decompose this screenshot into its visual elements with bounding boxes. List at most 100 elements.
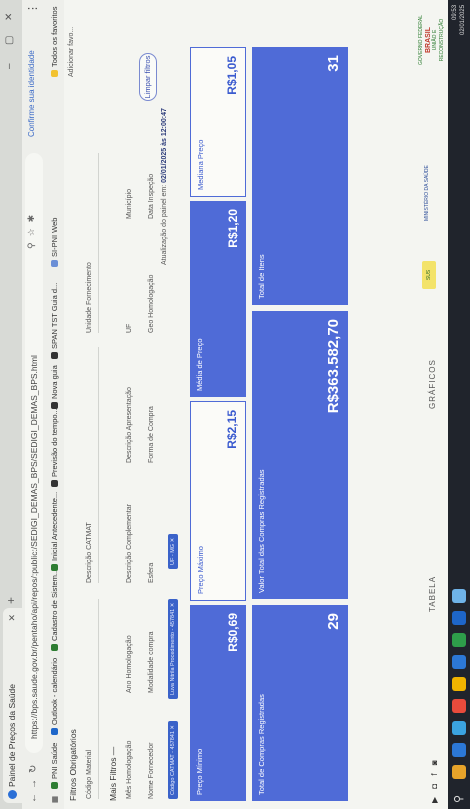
filter-chip[interactable]: Luva Nitrila Procedimento - 457841 ✕ bbox=[168, 598, 178, 699]
more-filters-toggle[interactable]: Mais Filtros — bbox=[108, 747, 118, 801]
filter-nome-fornecedor[interactable]: Nome Fornecedor bbox=[148, 743, 155, 799]
bookmark-icon bbox=[51, 782, 58, 789]
forward-icon[interactable]: → bbox=[28, 779, 39, 789]
tab-favicon-icon bbox=[8, 790, 17, 799]
card-title: Total de Itens bbox=[257, 254, 266, 299]
close-window-button[interactable]: ✕ bbox=[4, 13, 15, 21]
filter-modalidade-compra[interactable]: Modalidade compra bbox=[148, 632, 155, 693]
taskbar-app-icon[interactable] bbox=[452, 589, 466, 603]
profile-identity-button[interactable]: Confirme sua identidade bbox=[27, 50, 36, 137]
bookmark-icon bbox=[51, 402, 58, 409]
bookmark-icon bbox=[51, 260, 58, 267]
filter-chip[interactable]: Código CATMAT - 457841 ✕ bbox=[168, 720, 178, 799]
filter-ano-homologacao[interactable]: Ano Homologação bbox=[126, 635, 133, 693]
bookmarks-bar: ▦ PNI Saúde Outlook - calendário Cadastr… bbox=[46, 0, 65, 809]
taskbar-clock[interactable]: 09:53 02/01/2025 bbox=[451, 5, 467, 35]
card-value: R$1,05 bbox=[225, 56, 239, 95]
sus-logo: SUS bbox=[422, 261, 436, 289]
taskbar-app-icon[interactable] bbox=[452, 633, 466, 647]
card-total-value: Valor Total das Compras Registradas R$36… bbox=[252, 311, 348, 599]
bookmark-icon bbox=[51, 728, 58, 735]
government-logo: GOVERNO FEDERAL BRASIL UNIÃO E RECONSTRU… bbox=[418, 14, 445, 65]
card-median-price: Mediana Preço R$1,05 bbox=[190, 47, 246, 197]
card-min-price: Preço Mínimo R$0,69 bbox=[190, 605, 246, 801]
filter-esfera[interactable]: Esfera bbox=[148, 563, 155, 583]
card-title: Valor Total das Compras Registradas bbox=[257, 469, 266, 593]
bookmark-item[interactable]: Nova guia bbox=[50, 365, 59, 409]
card-value: R$2,15 bbox=[225, 410, 239, 449]
tab-title: Painel de Preços da Saúde bbox=[7, 683, 17, 787]
card-value: R$363.582,70 bbox=[325, 319, 342, 414]
taskbar-app-icon[interactable] bbox=[452, 721, 466, 735]
filter-municipio[interactable]: Município bbox=[126, 189, 133, 219]
clear-filters-button[interactable]: Limpar filtros bbox=[139, 53, 157, 101]
field-underline bbox=[98, 153, 99, 333]
card-total-items: Total de Itens 31 bbox=[252, 47, 348, 305]
windows-taskbar: ⚲ 09:53 02/01/2025 bbox=[448, 0, 470, 809]
browser-tab-bar: Painel de Preços da Saúde ✕ + – ▢ ✕ bbox=[0, 0, 23, 809]
filter-descricao-complementar[interactable]: Descrição Complementar bbox=[126, 504, 133, 583]
filter-geo-homologacao[interactable]: Geo Homologação bbox=[148, 275, 155, 333]
card-title: Preço Mínimo bbox=[195, 748, 204, 795]
bookmark-icon bbox=[51, 480, 58, 487]
screen: Painel de Preços da Saúde ✕ + – ▢ ✕ ← → … bbox=[0, 0, 470, 809]
filter-uf[interactable]: UF bbox=[126, 324, 133, 333]
browser-tab[interactable]: Painel de Preços da Saúde ✕ bbox=[3, 608, 22, 803]
taskbar-app-icon[interactable] bbox=[452, 743, 466, 757]
close-tab-icon[interactable]: ✕ bbox=[3, 614, 22, 622]
bookmark-item[interactable]: Outlook - calendário bbox=[50, 658, 59, 735]
back-icon[interactable]: ← bbox=[28, 793, 39, 803]
add-bookmark-link[interactable]: Adicionar favo... bbox=[68, 27, 75, 77]
taskbar-app-icon[interactable] bbox=[452, 655, 466, 669]
new-tab-button[interactable]: + bbox=[4, 597, 18, 604]
filter-unidade-fornecimento[interactable]: Unidade Fornecimento bbox=[86, 262, 93, 333]
card-title: Mediana Preço bbox=[196, 139, 205, 190]
card-value: 29 bbox=[325, 613, 342, 630]
card-value: R$1,20 bbox=[226, 209, 240, 248]
dashboard-page: Filtros Obrigatórios Adicionar favo... C… bbox=[64, 0, 448, 809]
bookmark-icon bbox=[51, 352, 58, 359]
bookmark-icon bbox=[51, 564, 58, 571]
taskbar-app-icon[interactable] bbox=[452, 699, 466, 713]
mandatory-filters-title: Filtros Obrigatórios bbox=[68, 729, 78, 801]
tab-table[interactable]: TABELA bbox=[428, 576, 437, 612]
filter-chip[interactable]: UF - MG ✕ bbox=[168, 533, 178, 569]
card-value: 31 bbox=[325, 55, 342, 72]
bookmark-item[interactable]: SPAN TST Guia d... bbox=[50, 283, 59, 359]
card-total-purchases: Total de Compras Registradas 29 bbox=[252, 605, 348, 801]
filter-mes-homologacao[interactable]: Mês Homologação bbox=[126, 741, 133, 799]
bookmark-item[interactable]: Todos os favoritos bbox=[50, 7, 59, 77]
reload-icon[interactable]: ↻ bbox=[28, 765, 39, 773]
search-icon[interactable]: ⚲ bbox=[452, 795, 465, 803]
bookmark-item[interactable]: Inicial Antecedente... bbox=[50, 492, 59, 571]
maximize-button[interactable]: ▢ bbox=[4, 36, 15, 45]
card-title: Total de Compras Registradas bbox=[257, 694, 266, 795]
browser-menu-icon[interactable]: ⋮ bbox=[26, 3, 39, 14]
filter-codigo-material[interactable]: Código Material bbox=[86, 750, 93, 799]
bookmark-item[interactable]: SI-PNI Web bbox=[50, 218, 59, 267]
taskbar-app-icon[interactable] bbox=[452, 765, 466, 779]
apps-grid-icon[interactable]: ▦ bbox=[50, 796, 59, 803]
filter-forma-compra[interactable]: Forma de Compra bbox=[148, 406, 155, 463]
filter-data-inspecao[interactable]: Data Inspeção bbox=[148, 174, 155, 219]
filter-descricao-apresentacao[interactable]: Descrição Apresentação bbox=[126, 387, 133, 463]
bookmark-icon bbox=[51, 644, 58, 651]
card-title: Média de Preço bbox=[195, 338, 204, 391]
social-icons[interactable]: ▶ ◘ f ◙ bbox=[430, 757, 439, 803]
taskbar-app-icon[interactable] bbox=[452, 611, 466, 625]
bookmark-item[interactable]: Previsão do tempo... bbox=[50, 408, 59, 487]
bookmark-item[interactable]: PNI Saúde bbox=[50, 743, 59, 789]
card-max-price: Preço Máximo R$2,15 bbox=[190, 401, 246, 601]
tab-charts[interactable]: GRÁFICOS bbox=[428, 359, 437, 409]
folder-icon bbox=[51, 70, 58, 77]
minimize-button[interactable]: – bbox=[4, 63, 15, 69]
bookmark-item[interactable]: Cadastro de Sistem... bbox=[50, 569, 59, 651]
url-actions-icon[interactable]: ⚲☆✱ bbox=[26, 209, 37, 249]
filter-descricao-catmat[interactable]: Descrição CATMAT bbox=[86, 522, 93, 583]
taskbar-app-icon[interactable] bbox=[452, 677, 466, 691]
field-underline bbox=[98, 599, 99, 799]
ministry-logo: MINISTÉRIO DA SAÚDE bbox=[424, 165, 430, 221]
card-title: Preço Máximo bbox=[196, 546, 205, 594]
field-underline bbox=[98, 347, 99, 583]
card-value: R$0,69 bbox=[226, 613, 240, 652]
